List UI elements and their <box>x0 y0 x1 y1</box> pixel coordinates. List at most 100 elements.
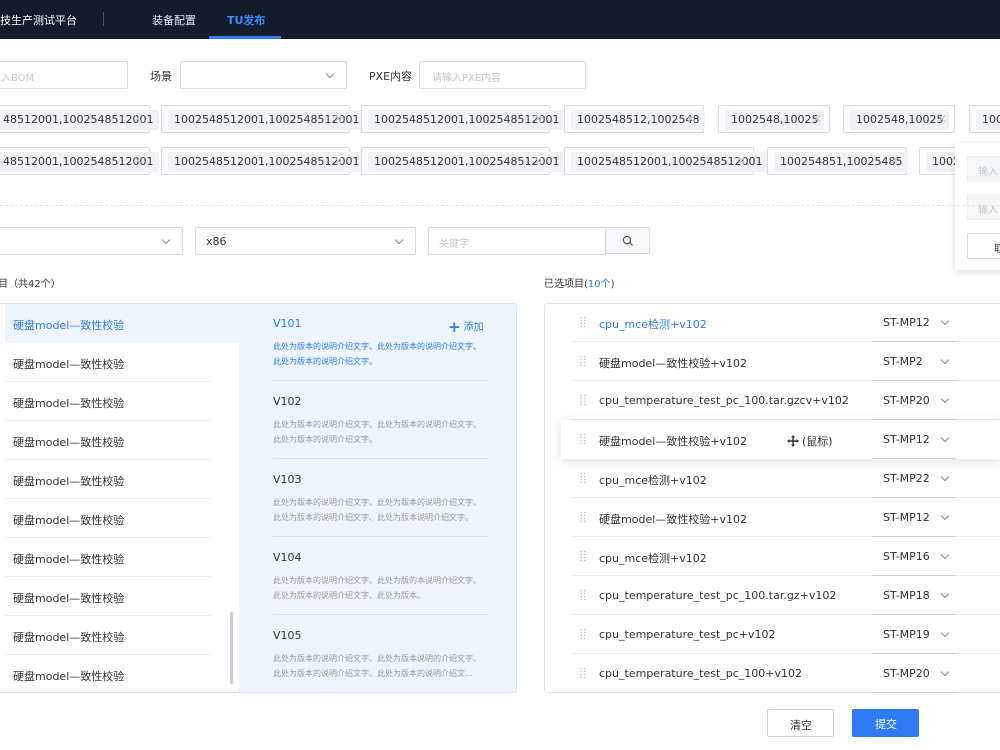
selected-item-row[interactable]: 硬盘model—致性校验+v102 ST-MP2 <box>572 342 1000 381</box>
tag-field[interactable]: 100254851,10025485 ✕ <box>767 147 909 175</box>
drag-handle-icon[interactable] <box>580 628 586 640</box>
version-item[interactable]: V103 此处为版本的说明介绍文字、此处为版本的说明介绍文字、 此处为版本的说明介… <box>273 459 488 537</box>
pxe-input[interactable]: 请输入PXE内容 <box>419 61 586 89</box>
bom-input[interactable]: 入BOM <box>0 61 128 89</box>
version-item[interactable]: V104 此处为版本的说明介绍文字、此处为版的本说明介绍文字、 此处为版本的说明介… <box>273 537 488 615</box>
selected-item-row[interactable]: cpu_temperature_test_pc_100.tar.gzcv+v10… <box>572 381 1000 420</box>
arch-select[interactable]: x86 <box>195 227 416 255</box>
nav-equipment-config[interactable]: 装备配置 <box>152 12 196 28</box>
version-desc-line: 此处为版本的说明介绍文字、此处为版本说明介绍文字。 <box>273 513 473 522</box>
drag-handle-icon[interactable] <box>580 667 586 679</box>
pxe-label: PXE内容 <box>369 70 413 83</box>
version-desc-line: 此处为版本的说明介绍文字、此处为版本的说明介绍文字、 <box>273 498 481 507</box>
list-item[interactable]: 硬盘model—致性校验 <box>5 655 211 694</box>
chevron-down-icon <box>940 628 950 638</box>
drag-handle-icon[interactable] <box>580 511 586 523</box>
item-label: 硬盘model—致性校验 <box>13 358 125 371</box>
tag-field[interactable]: 48512001,1002548512001 ✕ <box>0 105 160 133</box>
chevron-down-icon <box>940 667 950 677</box>
nav-tu-release[interactable]: TU发布 <box>227 12 265 28</box>
tag-field[interactable]: 1002548512001,1002548512001 ✕ <box>564 147 769 175</box>
close-icon[interactable]: ✕ <box>937 112 947 126</box>
drag-handle-icon[interactable] <box>580 316 586 328</box>
popup-input[interactable]: 输入 <box>967 156 1000 182</box>
chevron-down-icon <box>940 433 950 443</box>
version-desc-line: 此处为版本的说明介绍文字。 <box>273 357 377 366</box>
selected-item-row[interactable]: cpu_mce检测+v102 ST-MP12 <box>572 303 1000 342</box>
list-item[interactable]: 硬盘model—致性校验 <box>5 343 211 382</box>
selected-item-row[interactable]: 硬盘model—致性校验+v102 ST-MP12 <box>572 498 1000 537</box>
close-icon[interactable]: ✕ <box>333 154 343 168</box>
add-button[interactable]: + 添加 <box>448 318 484 336</box>
selected-item-name: cpu_temperature_test_pc+v102 <box>599 628 776 641</box>
platform-title: 技生产测试平台 <box>0 14 77 27</box>
close-icon[interactable]: ✕ <box>533 112 543 126</box>
tag: 1002 <box>976 110 1000 130</box>
item-label: 硬盘model—致性校验 <box>13 592 125 605</box>
chevron-down-icon <box>940 394 950 404</box>
list-item[interactable]: 硬盘model—致性校验 <box>5 577 211 616</box>
close-icon[interactable]: ✕ <box>533 154 543 168</box>
tag-field[interactable]: 1002548512001,1002548512001 ✕ <box>361 147 566 175</box>
list-item[interactable]: 硬盘model—致性校验 <box>5 538 211 577</box>
list-item[interactable]: 硬盘model—致性校验 <box>5 460 211 499</box>
item-label: 硬盘model—致性校验 <box>13 514 125 527</box>
close-icon[interactable]: ✕ <box>889 154 899 168</box>
selected-item-row[interactable]: cpu_temperature_test_pc+v102 ST-MP19 <box>572 615 1000 654</box>
keyword-input[interactable]: 关键字 <box>428 227 606 255</box>
clear-label: 清空 <box>790 719 812 732</box>
category-select[interactable] <box>0 227 183 255</box>
chevron-down-icon <box>325 69 335 79</box>
drag-handle-icon[interactable] <box>580 472 586 484</box>
version-item[interactable]: V101 此处为版本的说明介绍文字、此处为版本的说明介绍文字、 此处为版本的说明介… <box>273 303 488 381</box>
submit-label: 提交 <box>875 718 897 731</box>
tag-field[interactable]: 1002548512001,1002548512001 ✕ <box>161 147 366 175</box>
tag-field[interactable]: 1002 <box>969 105 1000 133</box>
mp-value: ST-MP19 <box>883 628 930 641</box>
selected-item-row[interactable]: cpu_mce检测+v102 ST-MP16 <box>572 537 1000 576</box>
popup-button[interactable]: 取 <box>967 233 1000 259</box>
selected-item-row[interactable]: cpu_mce检测+v102 ST-MP22 <box>572 459 1000 498</box>
close-icon[interactable]: ✕ <box>333 112 343 126</box>
list-item[interactable]: 硬盘model—致性校验 <box>5 382 211 421</box>
tag-field[interactable]: 1002548512001,1002548512001 ✕ <box>161 105 366 133</box>
selected-item-row[interactable]: cpu_temperature_test_pc_100+v102 ST-MP20 <box>572 654 1000 693</box>
selected-item-row[interactable]: 硬盘model—致性校验+v102 ST-MP12 (鼠标) <box>561 420 1000 459</box>
version-item[interactable]: V102 此处为版本的说明介绍文字、此处为版本的说明介绍文字、 此处为版本的说明介… <box>273 381 488 459</box>
version-item[interactable]: V105 此处为版本的说明介绍文字、此处为版本说明的介绍文字、 此处为版本的说明介… <box>273 615 488 693</box>
tag-field[interactable]: 1002548,10025 ✕ <box>843 105 955 133</box>
top-navbar: 技生产测试平台 装备配置 TU发布 <box>0 0 1000 39</box>
mp-value: ST-MP16 <box>883 550 930 563</box>
item-label: 硬盘model—致性校验 <box>13 670 125 683</box>
filter-popup: 输入 输入 取 <box>955 143 1000 270</box>
tag-field[interactable]: 1002548512,1002548 ✕ <box>564 105 706 133</box>
popup-input[interactable]: 输入 <box>967 194 1000 220</box>
close-icon[interactable]: ✕ <box>812 112 822 126</box>
list-item[interactable]: 硬盘model—致性校验 <box>5 304 243 343</box>
scene-select[interactable] <box>180 61 347 89</box>
drag-handle-icon[interactable] <box>580 550 586 562</box>
tag-field[interactable]: 1002548,10025 ✕ <box>718 105 830 133</box>
version-title: V101 <box>273 317 302 330</box>
clear-button[interactable]: 清空 <box>767 709 834 737</box>
drag-handle-icon[interactable] <box>580 589 586 601</box>
search-button[interactable] <box>605 227 650 254</box>
drag-handle-icon[interactable] <box>580 355 586 367</box>
close-icon[interactable]: ✕ <box>686 112 696 126</box>
add-label: 添加 <box>463 322 484 333</box>
drag-handle-icon[interactable] <box>580 433 586 445</box>
close-icon[interactable]: ✕ <box>736 154 746 168</box>
selected-item-row[interactable]: cpu_temperature_test_pc_100.tar.gz+v102 S… <box>572 576 1000 615</box>
list-item[interactable]: 硬盘model—致性校验 <box>5 499 211 538</box>
submit-button[interactable]: 提交 <box>852 709 919 737</box>
selected-item-name: cpu_mce检测+v102 <box>599 552 707 565</box>
mp-value: ST-MP12 <box>883 511 930 524</box>
tag-field[interactable]: 1002548512001,1002548512001 ✕ <box>361 105 566 133</box>
scrollbar[interactable] <box>230 612 233 684</box>
close-icon[interactable]: ✕ <box>133 154 143 168</box>
list-item[interactable]: 硬盘model—致性校验 <box>5 421 211 460</box>
drag-handle-icon[interactable] <box>580 394 586 406</box>
tag-field[interactable]: 48512001,1002548512001 ✕ <box>0 147 160 175</box>
list-item[interactable]: 硬盘model—致性校验 <box>5 616 211 655</box>
close-icon[interactable]: ✕ <box>133 112 143 126</box>
